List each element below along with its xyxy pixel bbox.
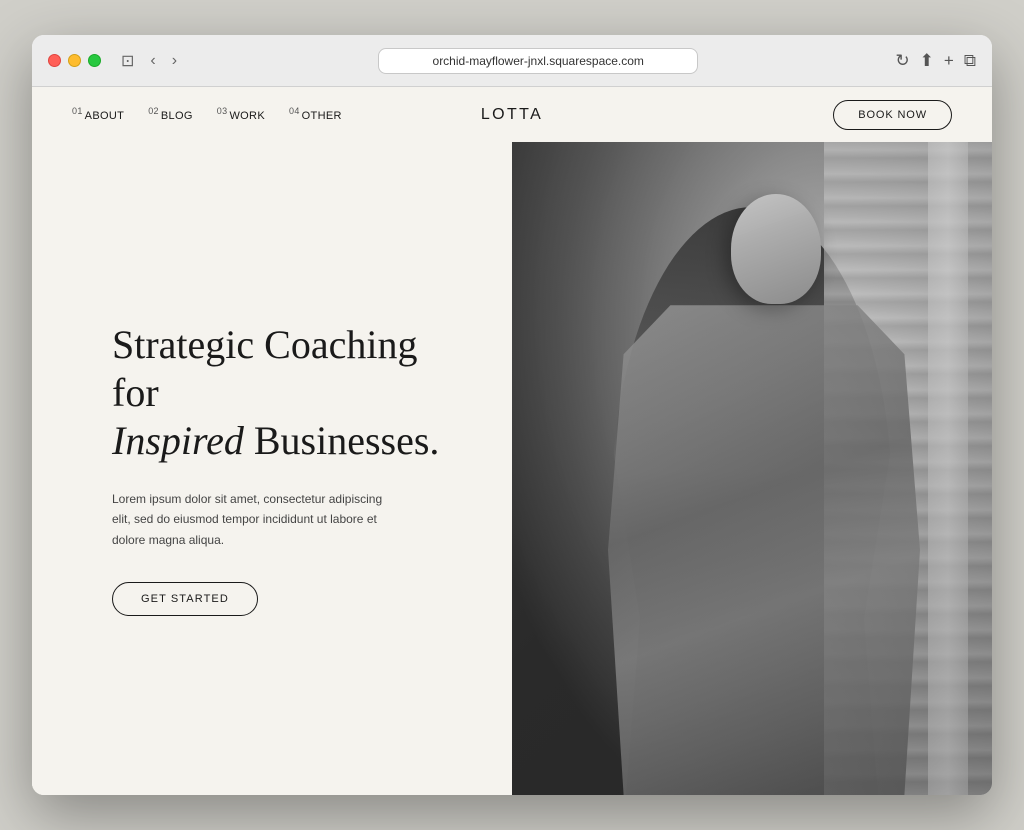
website: 01ABOUT 02BLOG 03WORK 04OTHER LOTTA BOOK… <box>32 87 992 795</box>
browser-actions: ↻ ⬆ + ⧉ <box>895 51 976 71</box>
browser-controls: ⊡ ‹ › <box>117 49 181 73</box>
hero-content: Strategic Coaching for Inspired Business… <box>32 142 512 795</box>
browser-chrome: ⊡ ‹ › ↻ ⬆ + ⧉ <box>32 35 992 87</box>
navigation: 01ABOUT 02BLOG 03WORK 04OTHER LOTTA BOOK… <box>32 87 992 142</box>
hero-image <box>512 142 992 795</box>
book-now-button[interactable]: BOOK NOW <box>833 100 952 130</box>
get-started-button[interactable]: GET STARTED <box>112 582 258 616</box>
browser-window: ⊡ ‹ › ↻ ⬆ + ⧉ 01ABOUT 02BLOG 03WORK 04OT… <box>32 35 992 795</box>
back-button[interactable]: ‹ <box>146 50 159 72</box>
nav-work[interactable]: 03WORK <box>217 110 265 122</box>
copy-button[interactable]: ⧉ <box>964 51 976 71</box>
nav-blog[interactable]: 02BLOG <box>148 110 193 122</box>
close-button[interactable] <box>48 54 61 67</box>
share-button[interactable]: ⬆ <box>920 51 934 71</box>
maximize-button[interactable] <box>88 54 101 67</box>
hero-title: Strategic Coaching for Inspired Business… <box>112 321 452 465</box>
refresh-button[interactable]: ↻ <box>895 51 909 71</box>
window-icon[interactable]: ⊡ <box>117 49 138 73</box>
url-input[interactable] <box>378 48 698 74</box>
nav-links: 01ABOUT 02BLOG 03WORK 04OTHER <box>72 106 342 124</box>
forward-button[interactable]: › <box>168 50 181 72</box>
minimize-button[interactable] <box>68 54 81 67</box>
hero-photo-bg <box>512 142 992 795</box>
nav-other[interactable]: 04OTHER <box>289 110 342 122</box>
traffic-lights <box>48 54 101 67</box>
photo-overlay <box>512 142 992 795</box>
new-tab-button[interactable]: + <box>944 51 954 71</box>
nav-about[interactable]: 01ABOUT <box>72 110 124 122</box>
hero-section: Strategic Coaching for Inspired Business… <box>32 142 992 795</box>
hero-description: Lorem ipsum dolor sit amet, consectetur … <box>112 489 392 550</box>
brand-logo: LOTTA <box>481 106 543 124</box>
address-bar <box>193 48 883 74</box>
